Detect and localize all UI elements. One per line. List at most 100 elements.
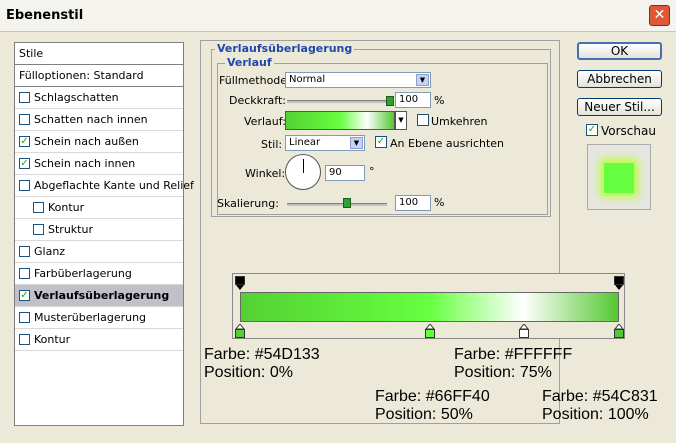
reverse-checkbox[interactable] [417, 114, 429, 126]
style-item-checkbox[interactable] [19, 333, 30, 345]
style-item-label: Schlagschatten [34, 91, 119, 104]
gradient-label: Verlauf: [244, 115, 286, 128]
annotation-position: Position: 100% [542, 406, 649, 423]
style-item-checkbox[interactable]: ✓ [19, 157, 30, 169]
cancel-button[interactable]: Abbrechen [577, 70, 662, 88]
gradient-editor [229, 273, 628, 341]
style-item-label: Kontur [48, 201, 85, 214]
color-stop[interactable] [424, 323, 435, 338]
scale-unit: % [434, 196, 445, 209]
style-item-checkbox[interactable] [19, 245, 30, 257]
angle-dial-needle [303, 159, 304, 173]
panel-title: Verlaufsüberlagerung [215, 42, 355, 55]
section-title: Verlauf [225, 56, 274, 69]
style-item-checkbox[interactable] [19, 91, 30, 103]
style-item[interactable]: Struktur [15, 219, 183, 241]
reverse-label: Umkehren [431, 115, 488, 128]
gradient-dropdown-button[interactable]: ▼ [395, 111, 407, 130]
gradient-picker[interactable] [285, 111, 395, 130]
title-bar: Ebenenstil ✕ [0, 0, 676, 32]
scale-input[interactable]: 100 [395, 195, 431, 211]
align-label: An Ebene ausrichten [390, 137, 505, 150]
style-item-checkbox[interactable]: ✓ [19, 289, 30, 301]
angle-dial[interactable] [285, 154, 321, 190]
preview-swatch [604, 163, 634, 193]
styles-header[interactable]: Stile [15, 43, 183, 65]
style-item[interactable]: Musterüberlagerung [15, 307, 183, 329]
close-button[interactable]: ✕ [649, 5, 670, 26]
style-item-label: Glanz [34, 245, 66, 258]
style-item[interactable]: ✓ Schein nach innen [15, 153, 183, 175]
style-label: Stil: [261, 138, 283, 151]
chevron-down-icon: ▼ [398, 116, 404, 124]
gradient-bar[interactable] [240, 292, 619, 322]
angle-input[interactable]: 90 [325, 165, 365, 181]
style-item-label: Schein nach außen [34, 135, 139, 148]
annotation-stop-1: Farbe: #54D133 Position: 0% [204, 346, 320, 382]
annotation-color: Farbe: #66FF40 [375, 388, 490, 405]
style-item[interactable]: Glanz [15, 241, 183, 263]
style-item-checkbox[interactable] [19, 113, 30, 125]
style-item[interactable]: Schlagschatten [15, 87, 183, 109]
window-title: Ebenenstil [6, 8, 84, 23]
style-item[interactable]: Abgeflachte Kante und Relief [15, 175, 194, 197]
style-item-label: Struktur [48, 223, 93, 236]
annotation-position: Position: 50% [375, 406, 473, 423]
scale-slider-track[interactable] [287, 203, 387, 206]
align-checkbox[interactable]: ✓ [375, 136, 387, 148]
preview-checkbox[interactable]: ✓ [586, 124, 598, 136]
color-stop[interactable] [234, 323, 246, 338]
chevron-down-icon: ▼ [350, 137, 363, 149]
ok-button[interactable]: OK [577, 42, 662, 60]
annotation-color: Farbe: #FFFFFF [454, 346, 573, 363]
style-item-label: Schatten nach innen [34, 113, 148, 126]
style-item[interactable]: Kontur [15, 329, 183, 351]
style-item-checkbox[interactable] [19, 179, 30, 191]
opacity-unit: % [434, 94, 445, 107]
scale-slider-thumb[interactable] [343, 198, 351, 208]
annotation-color: Farbe: #54C831 [542, 388, 658, 405]
new-style-button[interactable]: Neuer Stil... [577, 98, 662, 116]
annotation-color: Farbe: #54D133 [204, 346, 320, 363]
angle-unit: ° [369, 165, 375, 178]
scale-label: Skalierung: [217, 197, 279, 210]
style-item-label: Verlaufsüberlagerung [34, 289, 170, 302]
style-preview [587, 144, 651, 210]
chevron-down-icon: ▼ [416, 74, 429, 86]
style-item-checkbox[interactable]: ✓ [19, 135, 30, 147]
opacity-slider-thumb[interactable] [386, 96, 394, 106]
style-item-label: Kontur [34, 333, 71, 346]
color-stop[interactable] [613, 323, 625, 338]
style-item-label: Abgeflachte Kante und Relief [34, 179, 194, 192]
style-item-label: Schein nach innen [34, 157, 136, 170]
opacity-slider-track[interactable] [287, 100, 390, 103]
style-list: Stile Fülloptionen: Standard Schlagschat… [14, 42, 194, 426]
annotation-stop-2: Farbe: #66FF40 Position: 50% [375, 388, 490, 424]
blend-mode-select[interactable]: Normal ▼ [285, 72, 431, 88]
style-item[interactable]: Farbüberlagerung [15, 263, 183, 285]
style-item-checkbox[interactable] [19, 267, 30, 279]
opacity-stop[interactable] [614, 276, 624, 290]
style-value: Linear [289, 137, 321, 148]
style-select[interactable]: Linear ▼ [285, 135, 365, 151]
style-item[interactable]: ✓ Schein nach außen [15, 131, 183, 153]
annotation-position: Position: 75% [454, 364, 552, 381]
fill-options-item[interactable]: Fülloptionen: Standard [15, 65, 183, 87]
color-stop[interactable] [519, 323, 530, 338]
annotation-stop-4: Farbe: #54C831 Position: 100% [542, 388, 658, 424]
style-item-checkbox[interactable] [19, 311, 30, 323]
style-item-checkbox[interactable] [33, 201, 44, 213]
preview-label: Vorschau [601, 124, 656, 138]
opacity-label: Deckkraft: [229, 94, 286, 107]
style-item[interactable]: Kontur [15, 197, 183, 219]
style-item[interactable]: Schatten nach innen [15, 109, 183, 131]
style-item-label: Farbüberlagerung [34, 267, 132, 280]
style-item[interactable]: ✓ Verlaufsüberlagerung [15, 285, 183, 307]
annotation-position: Position: 0% [204, 364, 293, 381]
style-item-checkbox[interactable] [33, 223, 44, 235]
opacity-input[interactable]: 100 [395, 92, 431, 108]
annotation-stop-3: Farbe: #FFFFFF Position: 75% [454, 346, 572, 382]
opacity-stop[interactable] [235, 276, 245, 290]
style-item-label: Musterüberlagerung [34, 311, 147, 324]
close-icon: ✕ [653, 7, 666, 23]
